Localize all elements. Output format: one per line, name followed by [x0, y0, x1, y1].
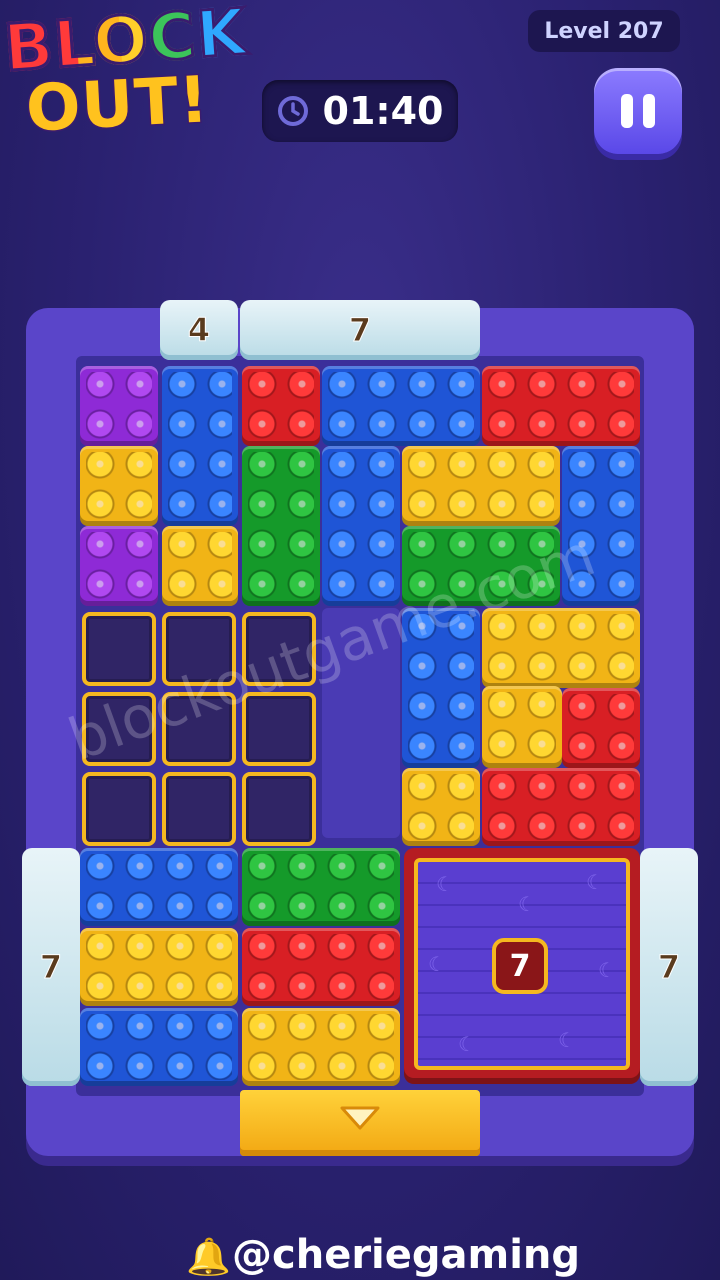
- moon-icon: ☾: [558, 1028, 576, 1052]
- block-yellow[interactable]: [80, 446, 158, 526]
- block-green[interactable]: [242, 446, 320, 606]
- block-yellow[interactable]: [242, 1008, 400, 1086]
- moon-icon: ☾: [586, 870, 604, 894]
- block-green[interactable]: [242, 848, 400, 926]
- block-red[interactable]: [562, 688, 640, 768]
- block-red[interactable]: [482, 366, 640, 446]
- block-yellow[interactable]: [402, 446, 560, 526]
- bell-icon: 🔔: [186, 1237, 231, 1278]
- block-red[interactable]: [242, 928, 400, 1006]
- gate-top-right: 7: [240, 300, 480, 360]
- block-blue[interactable]: [80, 848, 238, 926]
- timer-value: 01:40: [322, 89, 444, 133]
- block-blue[interactable]: [322, 366, 480, 446]
- creator-handle: @cheriegaming: [232, 1232, 581, 1278]
- gate-top-left: 4: [160, 300, 238, 360]
- block-blue[interactable]: [80, 1008, 238, 1086]
- moon-icon: ☾: [428, 952, 446, 976]
- target-slot: [162, 772, 236, 846]
- target-slot: [82, 612, 156, 686]
- clock-icon: [277, 96, 308, 126]
- moon-icon: ☾: [518, 892, 536, 916]
- block-red[interactable]: [482, 768, 640, 846]
- logo-line-2: OUT!: [23, 62, 213, 148]
- block-blue[interactable]: [162, 366, 238, 526]
- level-label: Level 207: [528, 10, 680, 52]
- down-arrow-icon: [340, 1106, 380, 1130]
- gate-left-count: 7: [39, 948, 63, 987]
- moon-icon: ☾: [458, 1032, 476, 1056]
- box-count: 7: [492, 938, 548, 994]
- gate-right: 7: [640, 848, 698, 1086]
- mystery-box[interactable]: ☾ ☾ ☾ ☾ ☾ ☾ ☾ 7: [404, 848, 640, 1084]
- gate-top-right-count: 7: [348, 311, 372, 350]
- block-purple[interactable]: [80, 366, 158, 446]
- target-slot: [242, 772, 316, 846]
- gate-top-left-count: 4: [187, 311, 211, 350]
- gate-left: 7: [22, 848, 80, 1086]
- block-yellow[interactable]: [80, 928, 238, 1006]
- block-red[interactable]: [242, 366, 320, 446]
- moon-icon: ☾: [598, 958, 616, 982]
- game-logo: BLOCK OUT!: [0, 0, 270, 160]
- block-yellow[interactable]: [402, 768, 480, 846]
- timer: 01:40: [262, 80, 458, 142]
- pause-icon: [621, 94, 633, 128]
- moon-icon: ☾: [436, 872, 454, 896]
- pause-button[interactable]: [594, 68, 682, 154]
- block-yellow[interactable]: [162, 526, 238, 606]
- block-yellow[interactable]: [482, 686, 562, 768]
- block-purple[interactable]: [80, 526, 158, 606]
- gate-right-count: 7: [657, 948, 681, 987]
- target-slot: [82, 772, 156, 846]
- block-blue[interactable]: [322, 446, 400, 606]
